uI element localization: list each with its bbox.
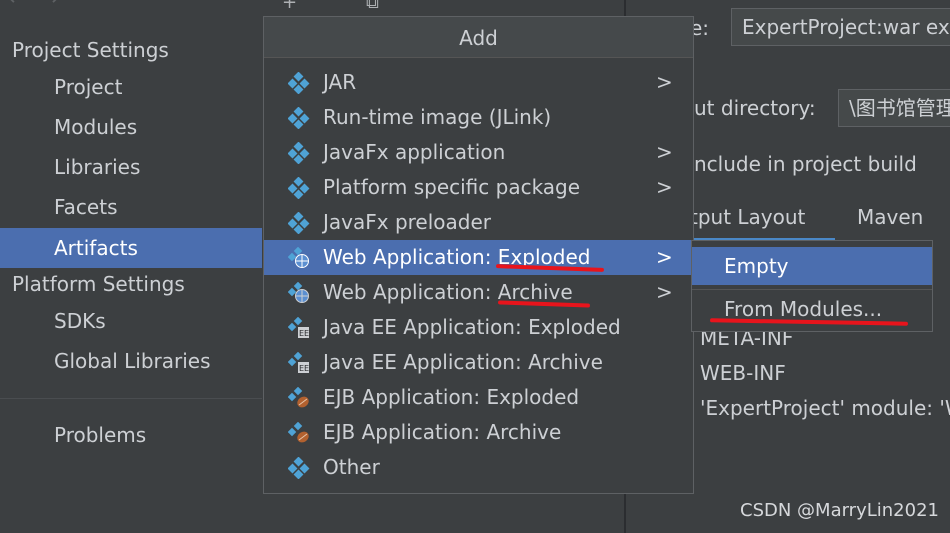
menu-item-label: Java EE Application: Exploded <box>323 315 621 339</box>
sidebar-item-artifacts[interactable]: Artifacts <box>0 228 262 268</box>
artifact-icon <box>288 107 310 129</box>
include-in-build-checkbox-label[interactable]: nclude in project build <box>694 152 917 176</box>
menu-item-other[interactable]: Other <box>264 450 693 485</box>
add-artifact-icon[interactable]: + <box>282 0 297 13</box>
menu-item-ejb-archive[interactable]: EJB Application: Archive <box>264 415 693 450</box>
sidebar-item-libraries[interactable]: Libraries <box>0 147 262 187</box>
menu-item-label: Other <box>323 455 380 479</box>
menu-item-label: Platform specific package <box>323 175 581 199</box>
artifact-icon <box>288 142 310 164</box>
menu-item-web-app-archive[interactable]: Web Application: Archive > <box>264 275 693 310</box>
ejb-artifact-icon <box>288 387 309 408</box>
project-settings-heading: Project Settings <box>12 38 169 62</box>
chevron-right-icon: > <box>656 175 673 199</box>
menu-item-label: JavaFx preloader <box>323 210 491 234</box>
menu-item-javafx-preloader[interactable]: JavaFx preloader <box>264 205 693 240</box>
javaee-artifact-icon: EE <box>288 352 309 373</box>
menu-item-runtime-image[interactable]: Run-time image (JLink) <box>264 100 693 135</box>
platform-settings-heading: Platform Settings <box>12 272 185 296</box>
chevron-right-icon: > <box>656 280 673 304</box>
menu-item-ejb-exploded[interactable]: EJB Application: Exploded <box>264 380 693 415</box>
menu-item-jar[interactable]: JAR > <box>264 65 693 100</box>
sidebar-item-modules[interactable]: Modules <box>0 107 262 147</box>
javaee-artifact-icon: EE <box>288 317 309 338</box>
menu-item-label: JavaFx application <box>323 140 506 164</box>
tree-item-web-inf[interactable]: WEB-INF <box>700 361 786 385</box>
menu-item-platform-package[interactable]: Platform specific package > <box>264 170 693 205</box>
menu-item-label: EJB Application: Exploded <box>323 385 580 409</box>
web-artifact-icon <box>288 282 309 303</box>
tab-output-layout[interactable]: tput Layout <box>690 196 835 241</box>
chevron-right-icon: > <box>656 140 673 164</box>
tree-item-module-output[interactable]: 'ExpertProject' module: 'W <box>700 396 950 420</box>
artifact-name-field[interactable]: ExpertProject:war ex <box>731 8 950 46</box>
ejb-artifact-icon <box>288 422 309 443</box>
artifact-icon <box>288 177 310 199</box>
menu-item-web-app-exploded[interactable]: Web Application: Exploded > <box>264 240 693 275</box>
popup-title: Add <box>264 17 693 58</box>
sidebar-item-problems[interactable]: Problems <box>0 415 262 455</box>
menu-item-label: EJB Application: Archive <box>323 420 562 444</box>
add-artifact-popup: Add JAR > Run-time image (JLink) JavaFx … <box>263 16 694 494</box>
menu-item-label: JAR <box>323 70 357 94</box>
output-directory-field[interactable]: \图书馆管理 <box>838 89 950 127</box>
svg-text:EE: EE <box>299 364 309 373</box>
artifact-icon <box>288 212 310 234</box>
sidebar-divider <box>0 398 262 399</box>
sidebar-item-global-libraries[interactable]: Global Libraries <box>0 341 262 381</box>
menu-item-javaee-archive[interactable]: EE Java EE Application: Archive <box>264 345 693 380</box>
artifact-icon <box>288 72 310 94</box>
output-directory-label: ut directory: <box>694 96 816 120</box>
svg-text:EE: EE <box>299 329 309 338</box>
sidebar-item-project[interactable]: Project <box>0 67 262 107</box>
submenu-item-empty[interactable]: Empty <box>692 247 932 285</box>
tab-maven[interactable]: Maven <box>857 196 923 238</box>
settings-sidebar: ←→ Project Settings Project Modules Libr… <box>0 0 262 533</box>
menu-item-javaee-exploded[interactable]: EE Java EE Application: Exploded <box>264 310 693 345</box>
menu-item-javafx-application[interactable]: JavaFx application > <box>264 135 693 170</box>
chevron-right-icon: > <box>656 245 673 269</box>
web-artifact-icon <box>288 247 309 268</box>
nav-back-forward-icons[interactable]: ←→ <box>8 0 73 11</box>
copy-artifact-icon[interactable]: ⧉ <box>366 0 379 13</box>
watermark-text: CSDN @MarryLin2021 <box>740 500 939 521</box>
menu-item-label: Java EE Application: Archive <box>323 350 603 374</box>
artifact-icon <box>288 457 310 479</box>
chevron-right-icon: > <box>656 70 673 94</box>
sidebar-item-sdks[interactable]: SDKs <box>0 301 262 341</box>
sidebar-item-facets[interactable]: Facets <box>0 187 262 227</box>
menu-item-label: Run-time image (JLink) <box>323 105 552 129</box>
